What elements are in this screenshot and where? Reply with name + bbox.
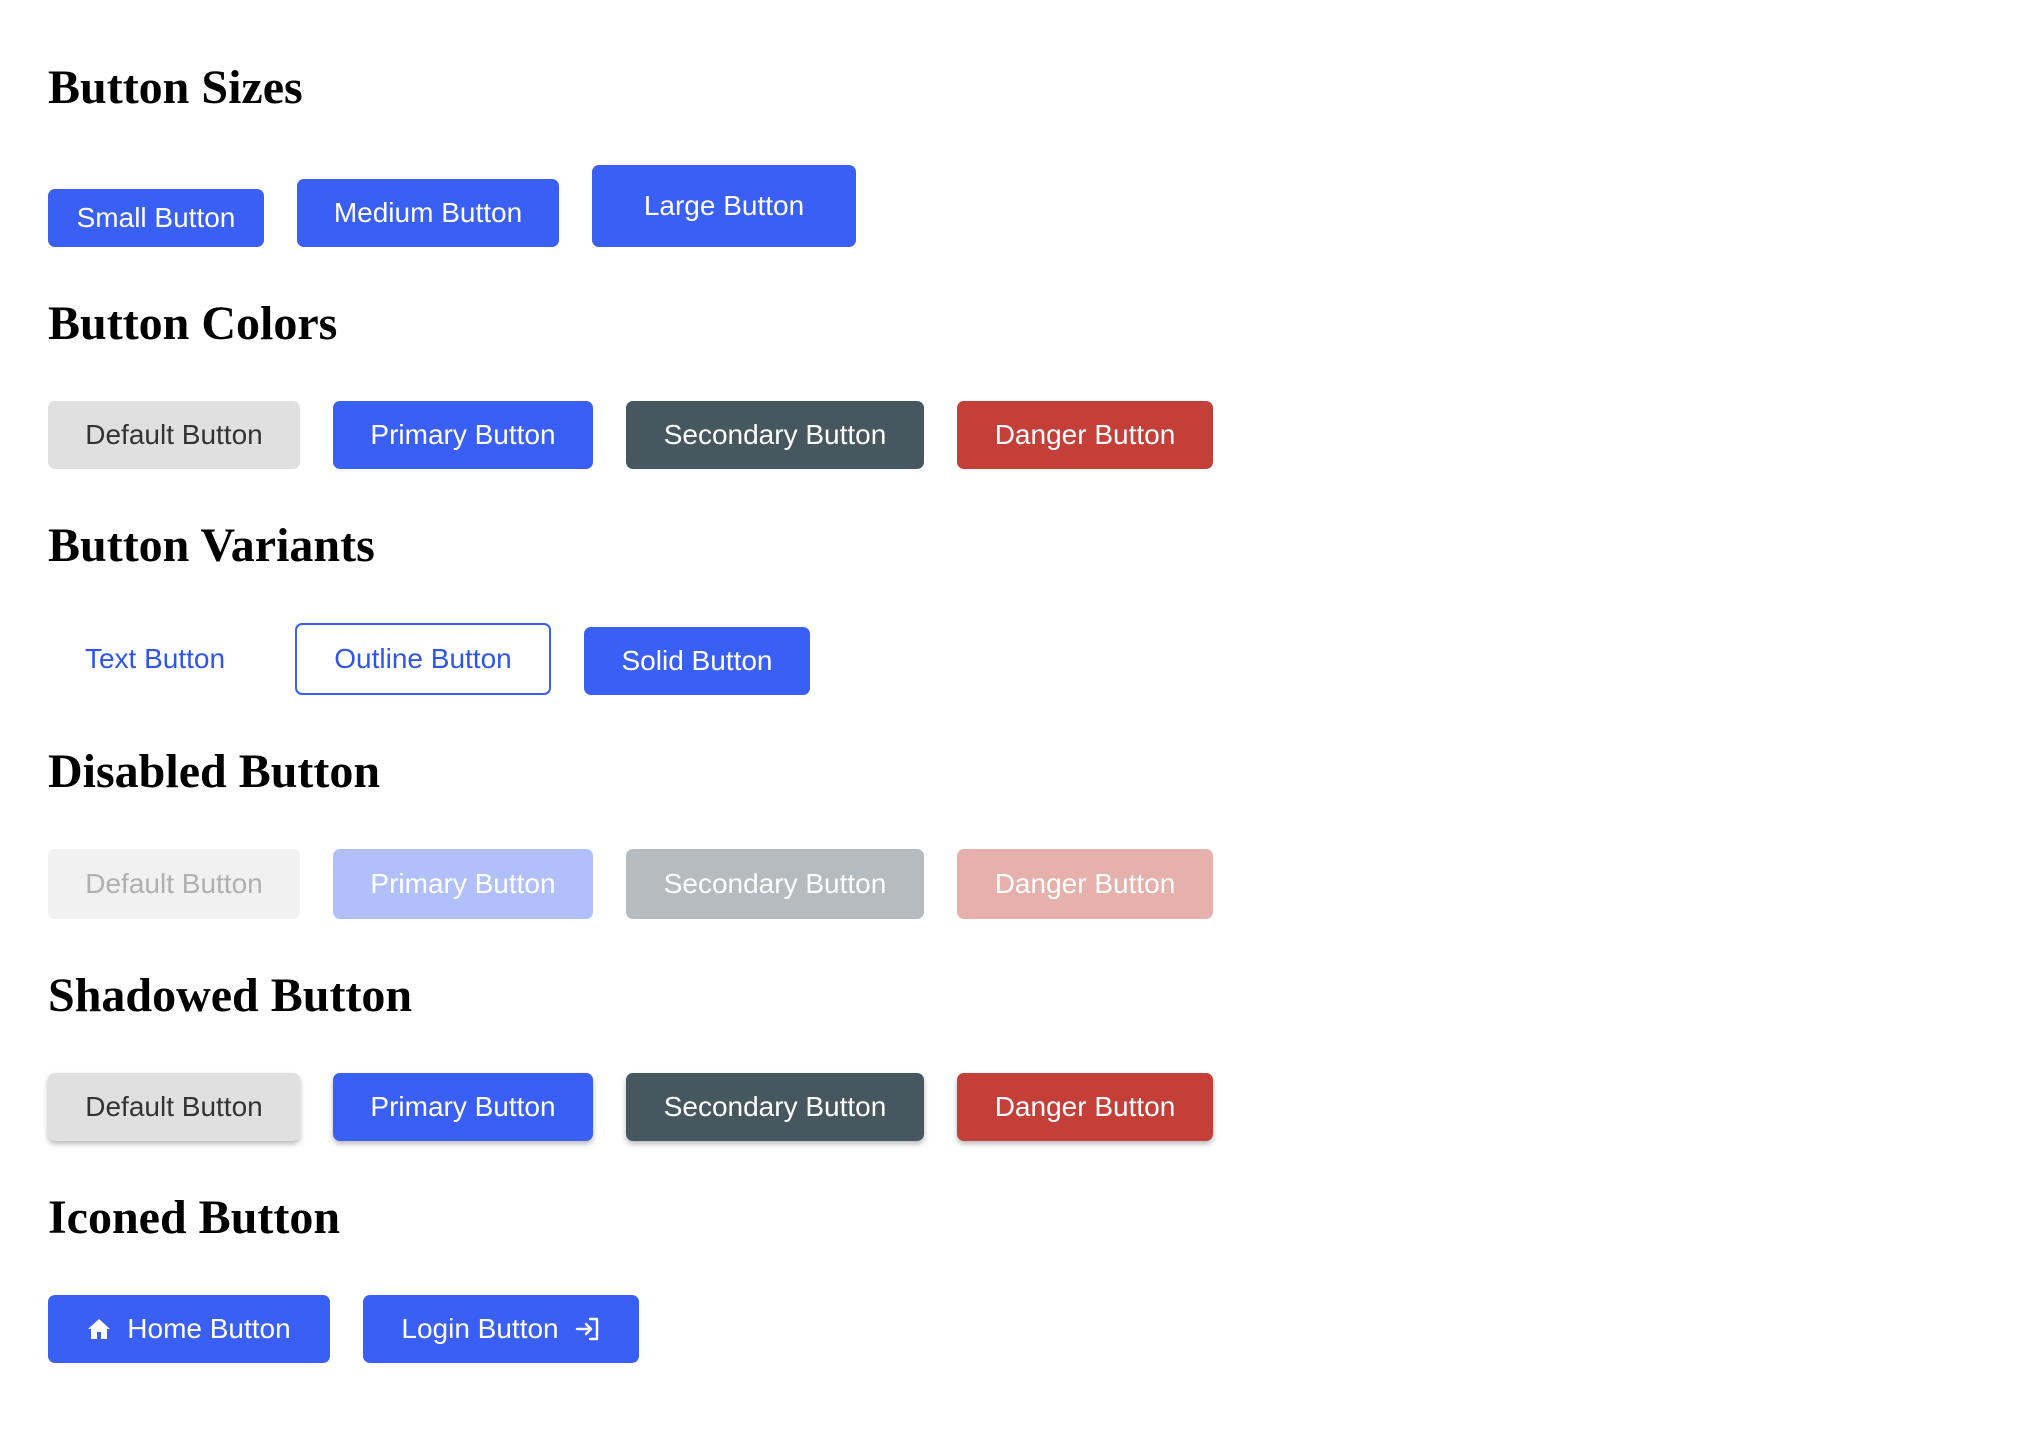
outline-button[interactable]: Outline Button — [295, 623, 551, 695]
shadowed-row: Default Button Primary Button Secondary … — [48, 1073, 1213, 1141]
login-button[interactable]: Login Button — [363, 1295, 639, 1363]
login-icon — [575, 1317, 601, 1341]
section-title-disabled: Disabled Button — [48, 745, 381, 798]
text-button[interactable]: Text Button — [48, 623, 262, 695]
section-title-shadowed: Shadowed Button — [48, 969, 413, 1022]
section-title-iconed: Iconed Button — [48, 1191, 341, 1244]
primary-button[interactable]: Primary Button — [333, 401, 593, 469]
home-button-label: Home Button — [127, 1313, 291, 1344]
login-button-label: Login Button — [401, 1313, 559, 1344]
section-title-sizes: Button Sizes — [48, 61, 303, 114]
large-button[interactable]: Large Button — [592, 165, 856, 247]
shadowed-default-button[interactable]: Default Button — [48, 1073, 300, 1141]
disabled-default-button: Default Button — [48, 849, 300, 919]
default-button[interactable]: Default Button — [48, 401, 300, 469]
sizes-row: Small Button Medium Button Large Button — [48, 165, 856, 247]
shadowed-primary-button[interactable]: Primary Button — [333, 1073, 593, 1141]
disabled-secondary-button: Secondary Button — [626, 849, 924, 919]
small-button[interactable]: Small Button — [48, 189, 264, 247]
iconed-row: Home Button Login Button — [48, 1295, 639, 1363]
home-button[interactable]: Home Button — [48, 1295, 330, 1363]
disabled-danger-button: Danger Button — [957, 849, 1213, 919]
variants-row: Text Button Outline Button Solid Button — [48, 623, 810, 695]
shadowed-secondary-button[interactable]: Secondary Button — [626, 1073, 924, 1141]
secondary-button[interactable]: Secondary Button — [626, 401, 924, 469]
danger-button[interactable]: Danger Button — [957, 401, 1213, 469]
section-title-colors: Button Colors — [48, 297, 338, 350]
home-icon — [87, 1318, 111, 1340]
section-title-variants: Button Variants — [48, 519, 375, 572]
disabled-primary-button: Primary Button — [333, 849, 593, 919]
colors-row: Default Button Primary Button Secondary … — [48, 401, 1213, 469]
shadowed-danger-button[interactable]: Danger Button — [957, 1073, 1213, 1141]
disabled-row: Default Button Primary Button Secondary … — [48, 849, 1213, 919]
medium-button[interactable]: Medium Button — [297, 179, 559, 247]
solid-button[interactable]: Solid Button — [584, 627, 810, 695]
